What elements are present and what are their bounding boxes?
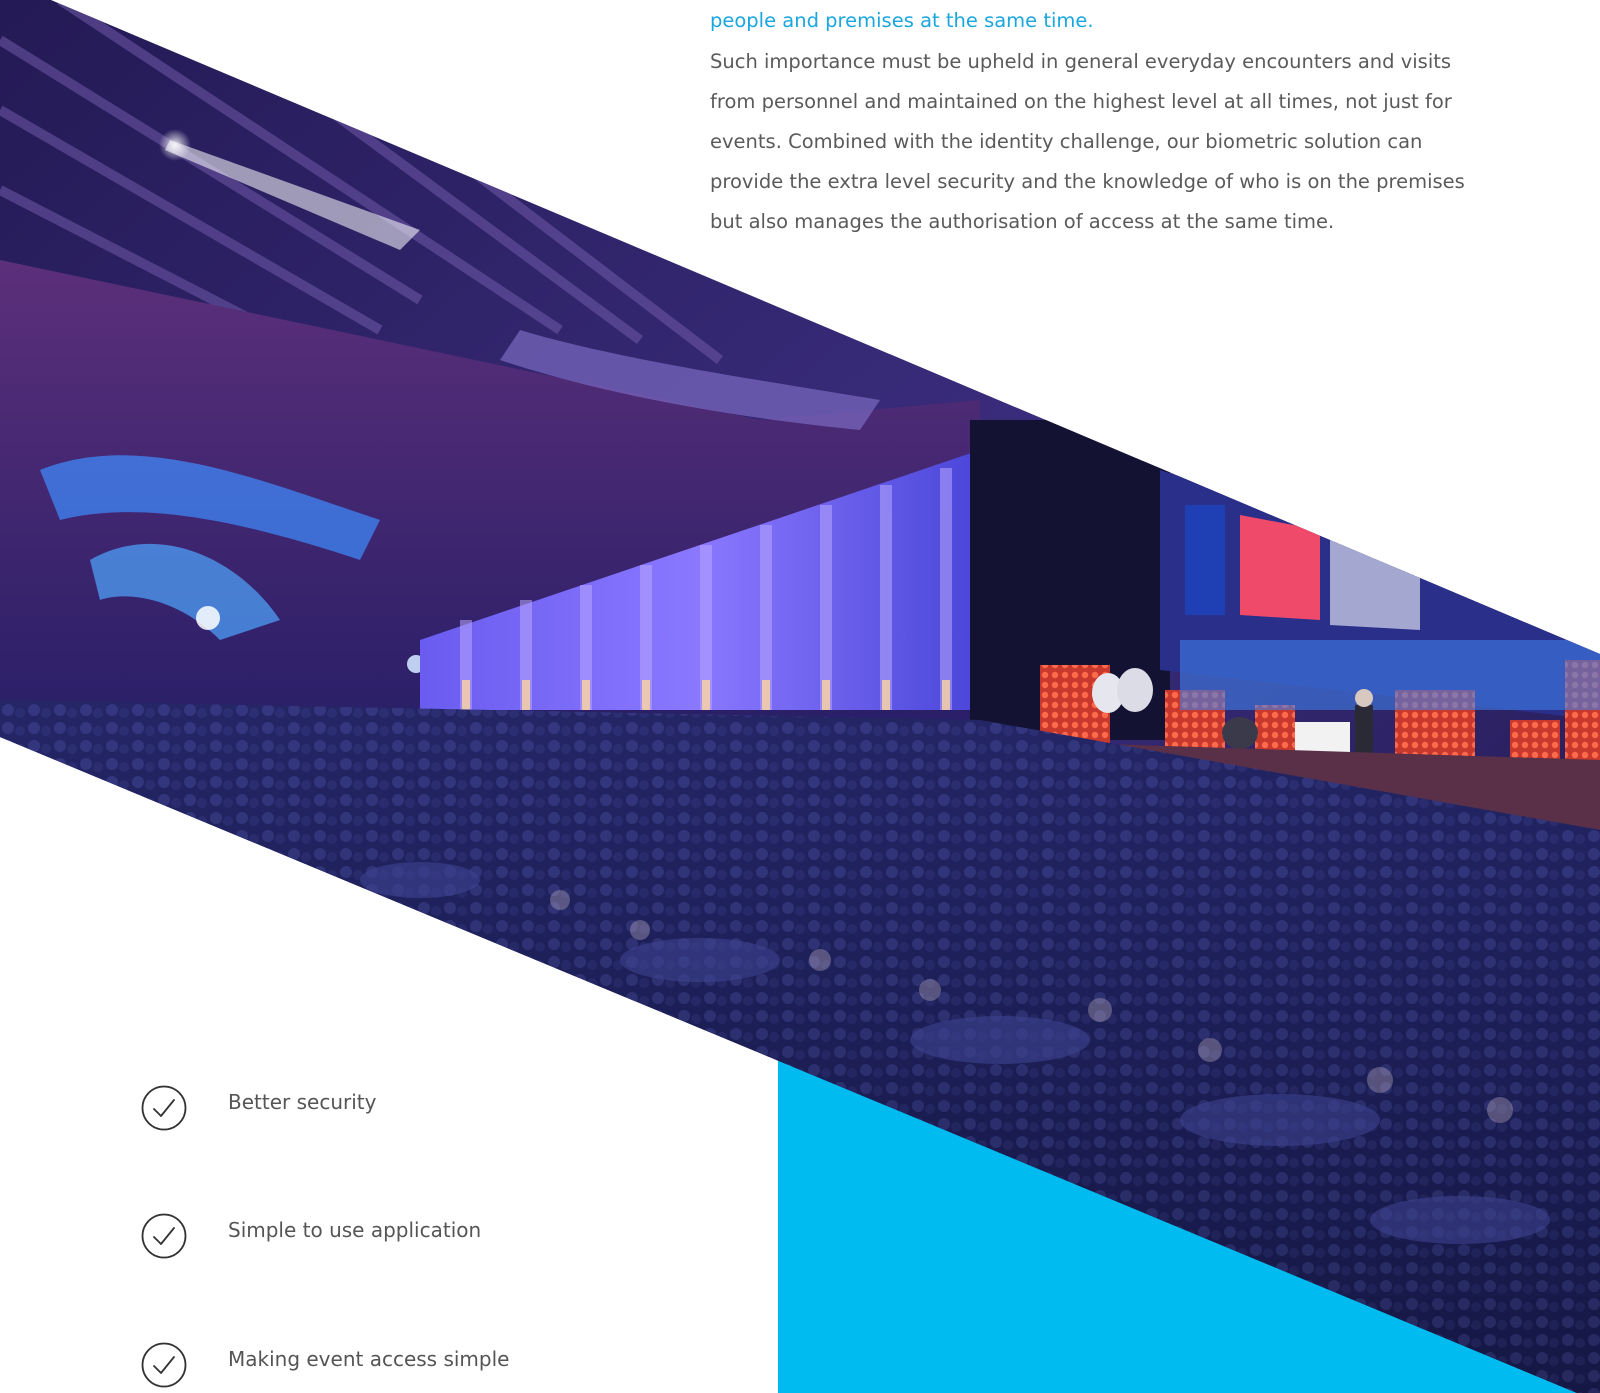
feature-item-event-access: Making event access simple [141, 1342, 701, 1390]
feature-label: Making event access simple [228, 1347, 510, 1371]
check-circle-icon [141, 1213, 187, 1259]
check-circle-icon [141, 1085, 187, 1131]
intro-lead: people and premises at the same time. [710, 9, 1094, 32]
intro-text-block: people and premises at the same time. Su… [710, 6, 1470, 242]
feature-label: Better security [228, 1090, 377, 1114]
intro-body: Such importance must be upheld in genera… [710, 50, 1465, 233]
feature-item-application: Simple to use application [141, 1213, 701, 1261]
feature-item-security: Better security [141, 1085, 701, 1133]
check-circle-icon [141, 1342, 187, 1388]
page: people and premises at the same time. Su… [0, 0, 1600, 1393]
feature-label: Simple to use application [228, 1218, 482, 1242]
